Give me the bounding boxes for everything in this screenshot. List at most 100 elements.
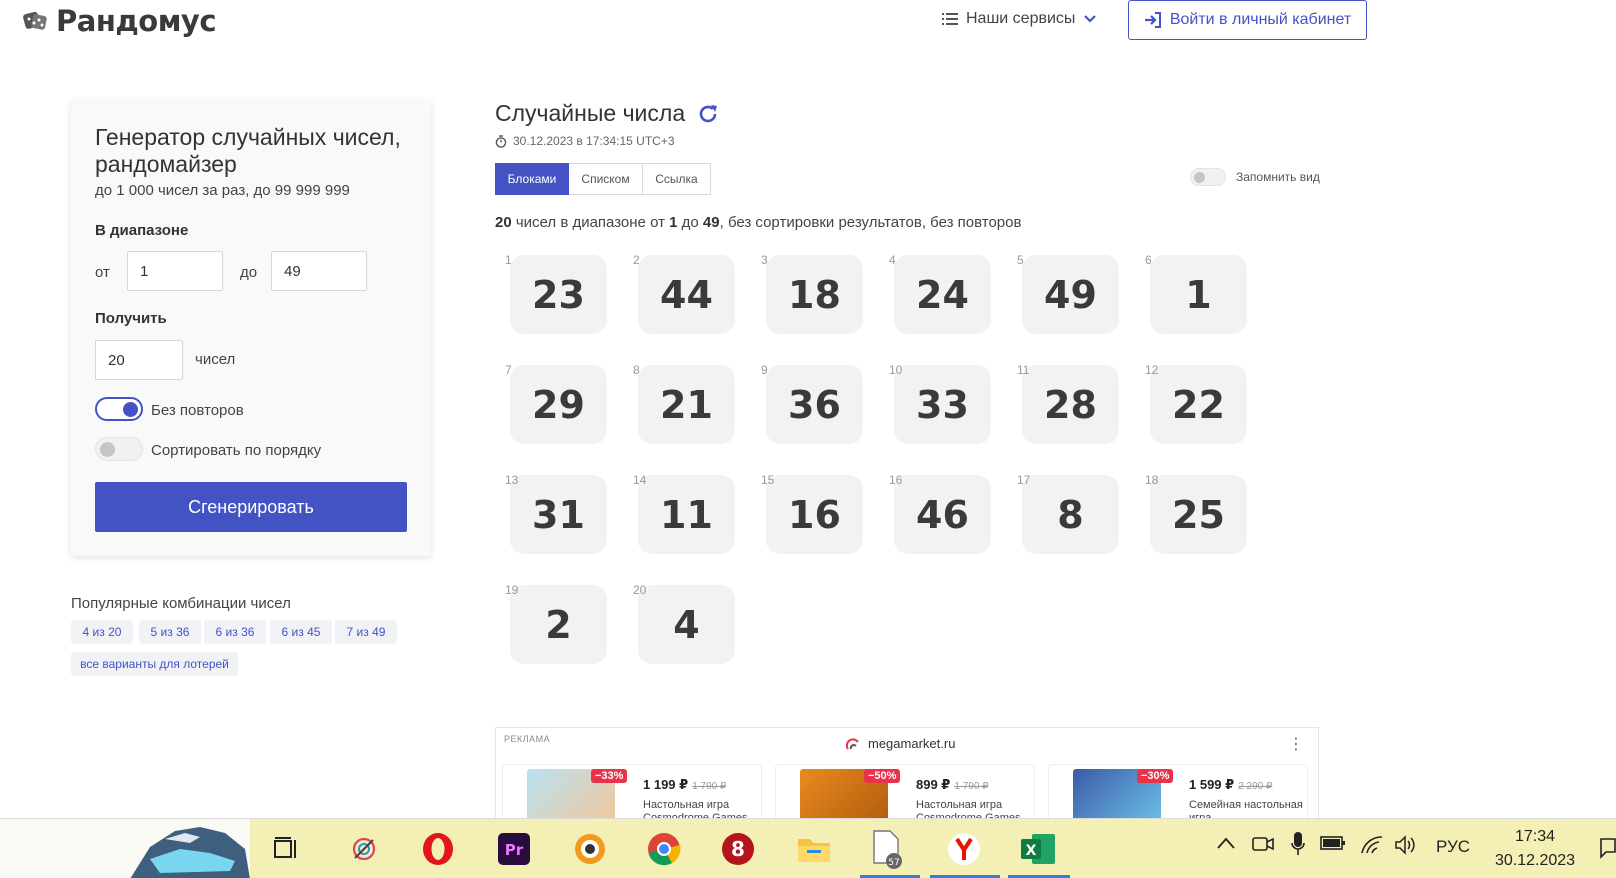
task-view-icon[interactable] — [266, 829, 306, 869]
number-value[interactable]: 4 — [638, 585, 735, 664]
number-cell: 8 17 — [1007, 465, 1135, 575]
number-value[interactable]: 16 — [766, 475, 863, 554]
number-value[interactable]: 28 — [1022, 365, 1119, 444]
number-value[interactable]: 33 — [894, 365, 991, 444]
services-menu[interactable]: Наши сервисы — [942, 10, 1097, 28]
chip-all-lotteries[interactable]: все варианты для лотерей — [71, 652, 238, 676]
summary-text-2: до — [681, 214, 699, 231]
number-index: 11 — [1017, 363, 1030, 377]
services-label: Наши сервисы — [966, 10, 1076, 27]
range-from-input[interactable] — [127, 251, 223, 291]
to-label: до — [240, 264, 258, 281]
badge-count: 57 — [888, 858, 899, 868]
number-cell: 23 1 — [495, 245, 623, 355]
camera-icon[interactable] — [1252, 835, 1274, 858]
count-input[interactable] — [95, 340, 183, 380]
volume-icon[interactable] — [1394, 835, 1418, 860]
number-value[interactable]: 49 — [1022, 255, 1119, 334]
number-value[interactable]: 24 — [894, 255, 991, 334]
number-value[interactable]: 44 — [638, 255, 735, 334]
tab-list[interactable]: Списком — [569, 163, 643, 195]
number-index: 1 — [505, 253, 512, 267]
ad-price: 1 199 ₽1 790 ₽ — [643, 777, 727, 792]
ad-banner[interactable]: РЕКЛАМА megamarket.ru ⋮ −33% 1 199 ₽1 79… — [495, 727, 1319, 819]
number-value[interactable]: 31 — [510, 475, 607, 554]
ad-desc: Семейная настольная игра — [1189, 799, 1303, 819]
vpn-app-icon[interactable] — [570, 829, 610, 869]
premiere-icon[interactable]: Pr — [494, 829, 534, 869]
opera-icon[interactable] — [418, 829, 458, 869]
ad-card-1[interactable]: −33% 1 199 ₽1 790 ₽ Настольная игра Cosm… — [502, 764, 762, 818]
number-cell: 36 9 — [751, 355, 879, 465]
app-8-icon[interactable]: 8 — [718, 829, 758, 869]
tab-blocks[interactable]: Блоками — [495, 163, 569, 195]
no-repeat-label: Без повторов — [151, 402, 244, 419]
generate-button[interactable]: Сгенерировать — [95, 482, 407, 532]
number-index: 9 — [761, 363, 768, 377]
file-explorer-icon[interactable] — [794, 829, 834, 869]
chip-7-49[interactable]: 7 из 49 — [335, 620, 397, 644]
number-value[interactable]: 36 — [766, 365, 863, 444]
chip-6-36[interactable]: 6 из 36 — [204, 620, 266, 644]
microphone-icon[interactable] — [1290, 831, 1306, 862]
number-value[interactable]: 29 — [510, 365, 607, 444]
number-cell: 4 20 — [623, 575, 751, 685]
yandex-browser-icon[interactable] — [944, 829, 984, 869]
number-index: 8 — [633, 363, 640, 377]
chrome-icon[interactable] — [644, 829, 684, 869]
number-cell: 21 8 — [623, 355, 751, 465]
number-cell: 44 2 — [623, 245, 751, 355]
number-index: 6 — [1145, 253, 1152, 267]
logo[interactable]: Рандомус — [22, 4, 217, 38]
number-value[interactable]: 46 — [894, 475, 991, 554]
ad-desc: Настольная игра Cosmodrome Games — [916, 799, 1021, 819]
ad-card-3[interactable]: −30% 1 599 ₽2 290 ₽ Семейная настольная … — [1048, 764, 1308, 819]
ad-card-2[interactable]: −50% 899 ₽1 790 ₽ Настольная игра Cosmod… — [775, 764, 1035, 819]
from-label: от — [95, 264, 110, 281]
number-value[interactable]: 18 — [766, 255, 863, 334]
remember-toggle[interactable] — [1190, 168, 1226, 186]
number-value[interactable]: 23 — [510, 255, 607, 334]
sort-toggle[interactable] — [95, 437, 143, 461]
tab-link[interactable]: Ссылка — [643, 163, 711, 195]
get-label: Получить — [95, 310, 167, 327]
chip-5-36[interactable]: 5 из 36 — [139, 620, 201, 644]
number-index: 19 — [505, 583, 519, 597]
no-repeat-toggle[interactable] — [95, 397, 143, 421]
number-value[interactable]: 11 — [638, 475, 735, 554]
language-indicator[interactable]: РУС — [1436, 837, 1470, 857]
paint-app-icon[interactable] — [344, 829, 384, 869]
login-button[interactable]: Войти в личный кабинет — [1128, 0, 1367, 40]
battery-icon[interactable] — [1320, 835, 1346, 856]
number-index: 17 — [1017, 473, 1031, 487]
summary-from: 1 — [669, 214, 678, 231]
show-hidden-icons-chevron-up-icon[interactable] — [1216, 835, 1236, 855]
document-icon[interactable]: 57 — [866, 829, 906, 869]
number-value[interactable]: 2 — [510, 585, 607, 664]
refresh-icon[interactable] — [697, 103, 719, 125]
number-index: 16 — [889, 473, 903, 487]
number-cell: 49 5 — [1007, 245, 1135, 355]
number-value[interactable]: 21 — [638, 365, 735, 444]
clock[interactable]: 17:34 30.12.2023 — [1480, 825, 1590, 873]
number-cell: 33 10 — [879, 355, 1007, 465]
range-label: В диапазоне — [95, 222, 189, 239]
number-value[interactable]: 25 — [1150, 475, 1247, 554]
number-index: 13 — [505, 473, 519, 487]
ad-domain[interactable]: megamarket.ru — [846, 736, 955, 751]
chevron-down-icon — [1084, 15, 1097, 23]
number-value[interactable]: 1 — [1150, 255, 1247, 334]
number-cell: 2 19 — [495, 575, 623, 685]
more-vertical-icon[interactable]: ⋮ — [1288, 734, 1304, 754]
number-index: 7 — [505, 363, 512, 377]
notification-icon[interactable] — [1600, 837, 1616, 864]
chip-4-20[interactable]: 4 из 20 — [71, 620, 133, 644]
remember-view[interactable]: Запомнить вид — [1190, 168, 1320, 186]
chip-6-45[interactable]: 6 из 45 — [270, 620, 332, 644]
number-index: 2 — [633, 253, 640, 267]
number-value[interactable]: 8 — [1022, 475, 1119, 554]
wifi-icon[interactable] — [1360, 835, 1384, 860]
range-to-input[interactable] — [271, 251, 367, 291]
excel-icon[interactable]: X — [1018, 829, 1058, 869]
number-value[interactable]: 22 — [1150, 365, 1247, 444]
